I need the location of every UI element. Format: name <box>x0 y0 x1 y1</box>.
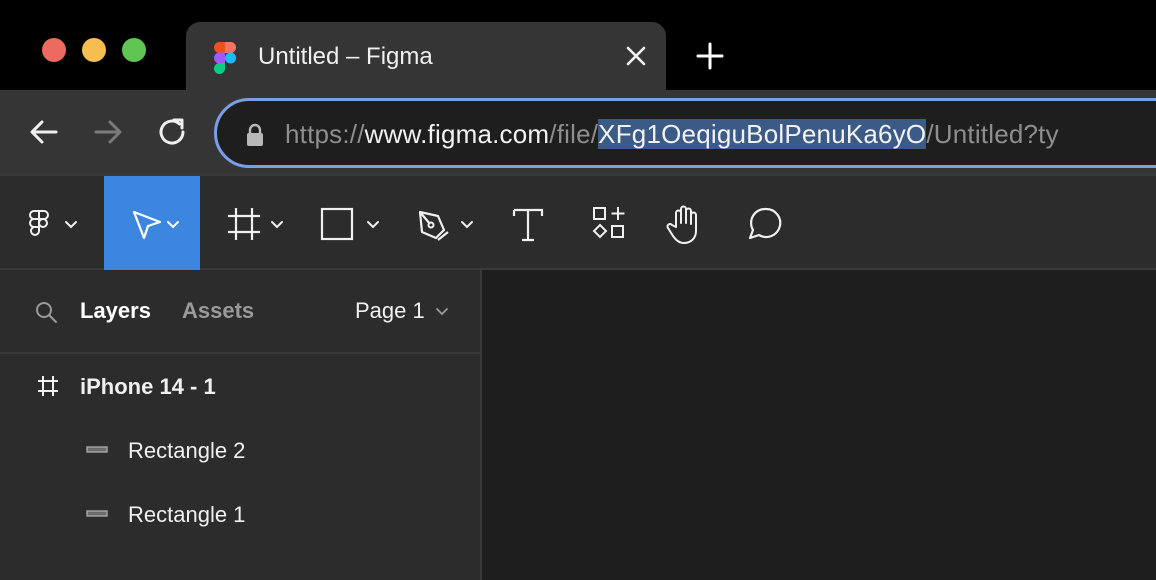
page-selector[interactable]: Page 1 <box>355 298 449 324</box>
frame-tool-icon <box>228 208 283 240</box>
components-button[interactable] <box>590 176 630 272</box>
rectangle-tool-icon <box>320 207 379 241</box>
arrow-left-icon[interactable] <box>26 114 62 150</box>
url-text[interactable]: https://www.figma.com/file/XFg1OeqiguBol… <box>285 117 1059 151</box>
layer-row-frame[interactable]: iPhone 14 - 1 <box>0 356 480 416</box>
pen-tool-icon <box>418 210 473 241</box>
layers-panel: Layers Assets Page 1 iPhone 14 - 1 Recta… <box>0 270 482 580</box>
rectangle-icon <box>86 446 108 453</box>
move-tool-button[interactable] <box>104 176 200 272</box>
reload-icon[interactable] <box>154 114 190 150</box>
browser-navbar: https://www.figma.com/file/XFg1OeqiguBol… <box>0 90 1156 174</box>
search-icon[interactable] <box>34 300 58 324</box>
components-icon <box>592 207 625 239</box>
layer-row-rectangle[interactable]: Rectangle 2 <box>0 420 480 480</box>
frame-tool-button[interactable] <box>222 176 292 272</box>
move-tool-icon <box>132 210 179 240</box>
arrow-right-icon[interactable] <box>90 114 126 150</box>
panel-header: Layers Assets Page 1 <box>0 270 480 354</box>
figma-menu-icon <box>29 210 77 236</box>
rectangle-tool-button[interactable] <box>318 176 384 272</box>
hand-tool-icon <box>666 205 697 244</box>
tab-title: Untitled – Figma <box>258 43 433 70</box>
comment-tool-button[interactable] <box>746 176 786 272</box>
url-rest: /Untitled?ty <box>926 119 1059 149</box>
minimize-window-button[interactable] <box>82 38 106 62</box>
browser-tab-strip: Untitled – Figma <box>0 0 1156 90</box>
lock-icon[interactable] <box>245 123 265 147</box>
layer-label: Rectangle 1 <box>128 502 246 527</box>
tab-assets[interactable]: Assets <box>182 298 254 324</box>
figma-logo-icon <box>214 42 236 74</box>
url-host: www.figma.com <box>364 119 550 149</box>
frame-icon <box>38 376 58 396</box>
url-selected-file-id: XFg1OeqiguBolPenuKa6yO <box>598 119 927 149</box>
text-tool-icon <box>512 208 544 242</box>
tab-layers[interactable]: Layers <box>80 298 151 324</box>
design-canvas[interactable] <box>482 270 1156 580</box>
figma-toolbar <box>0 174 1156 272</box>
maximize-window-button[interactable] <box>122 38 146 62</box>
close-tab-icon[interactable] <box>622 42 650 70</box>
pen-tool-button[interactable] <box>412 176 478 272</box>
url-path: /file/ <box>549 119 599 149</box>
new-tab-icon[interactable] <box>694 40 726 72</box>
layer-label: Rectangle 2 <box>128 438 246 463</box>
address-bar[interactable]: https://www.figma.com/file/XFg1OeqiguBol… <box>214 98 1156 168</box>
layer-label: iPhone 14 - 1 <box>80 374 216 399</box>
rectangle-icon <box>86 510 108 517</box>
close-window-button[interactable] <box>42 38 66 62</box>
main-menu-button[interactable] <box>26 176 88 272</box>
comment-tool-icon <box>748 207 782 240</box>
url-scheme: https:// <box>285 119 365 149</box>
browser-tab[interactable]: Untitled – Figma <box>186 22 666 90</box>
layer-row-rectangle[interactable]: Rectangle 1 <box>0 484 480 544</box>
page-selector-label: Page 1 <box>355 298 425 323</box>
chevron-down-icon <box>435 308 448 316</box>
text-tool-button[interactable] <box>510 176 546 272</box>
hand-tool-button[interactable] <box>666 176 706 272</box>
